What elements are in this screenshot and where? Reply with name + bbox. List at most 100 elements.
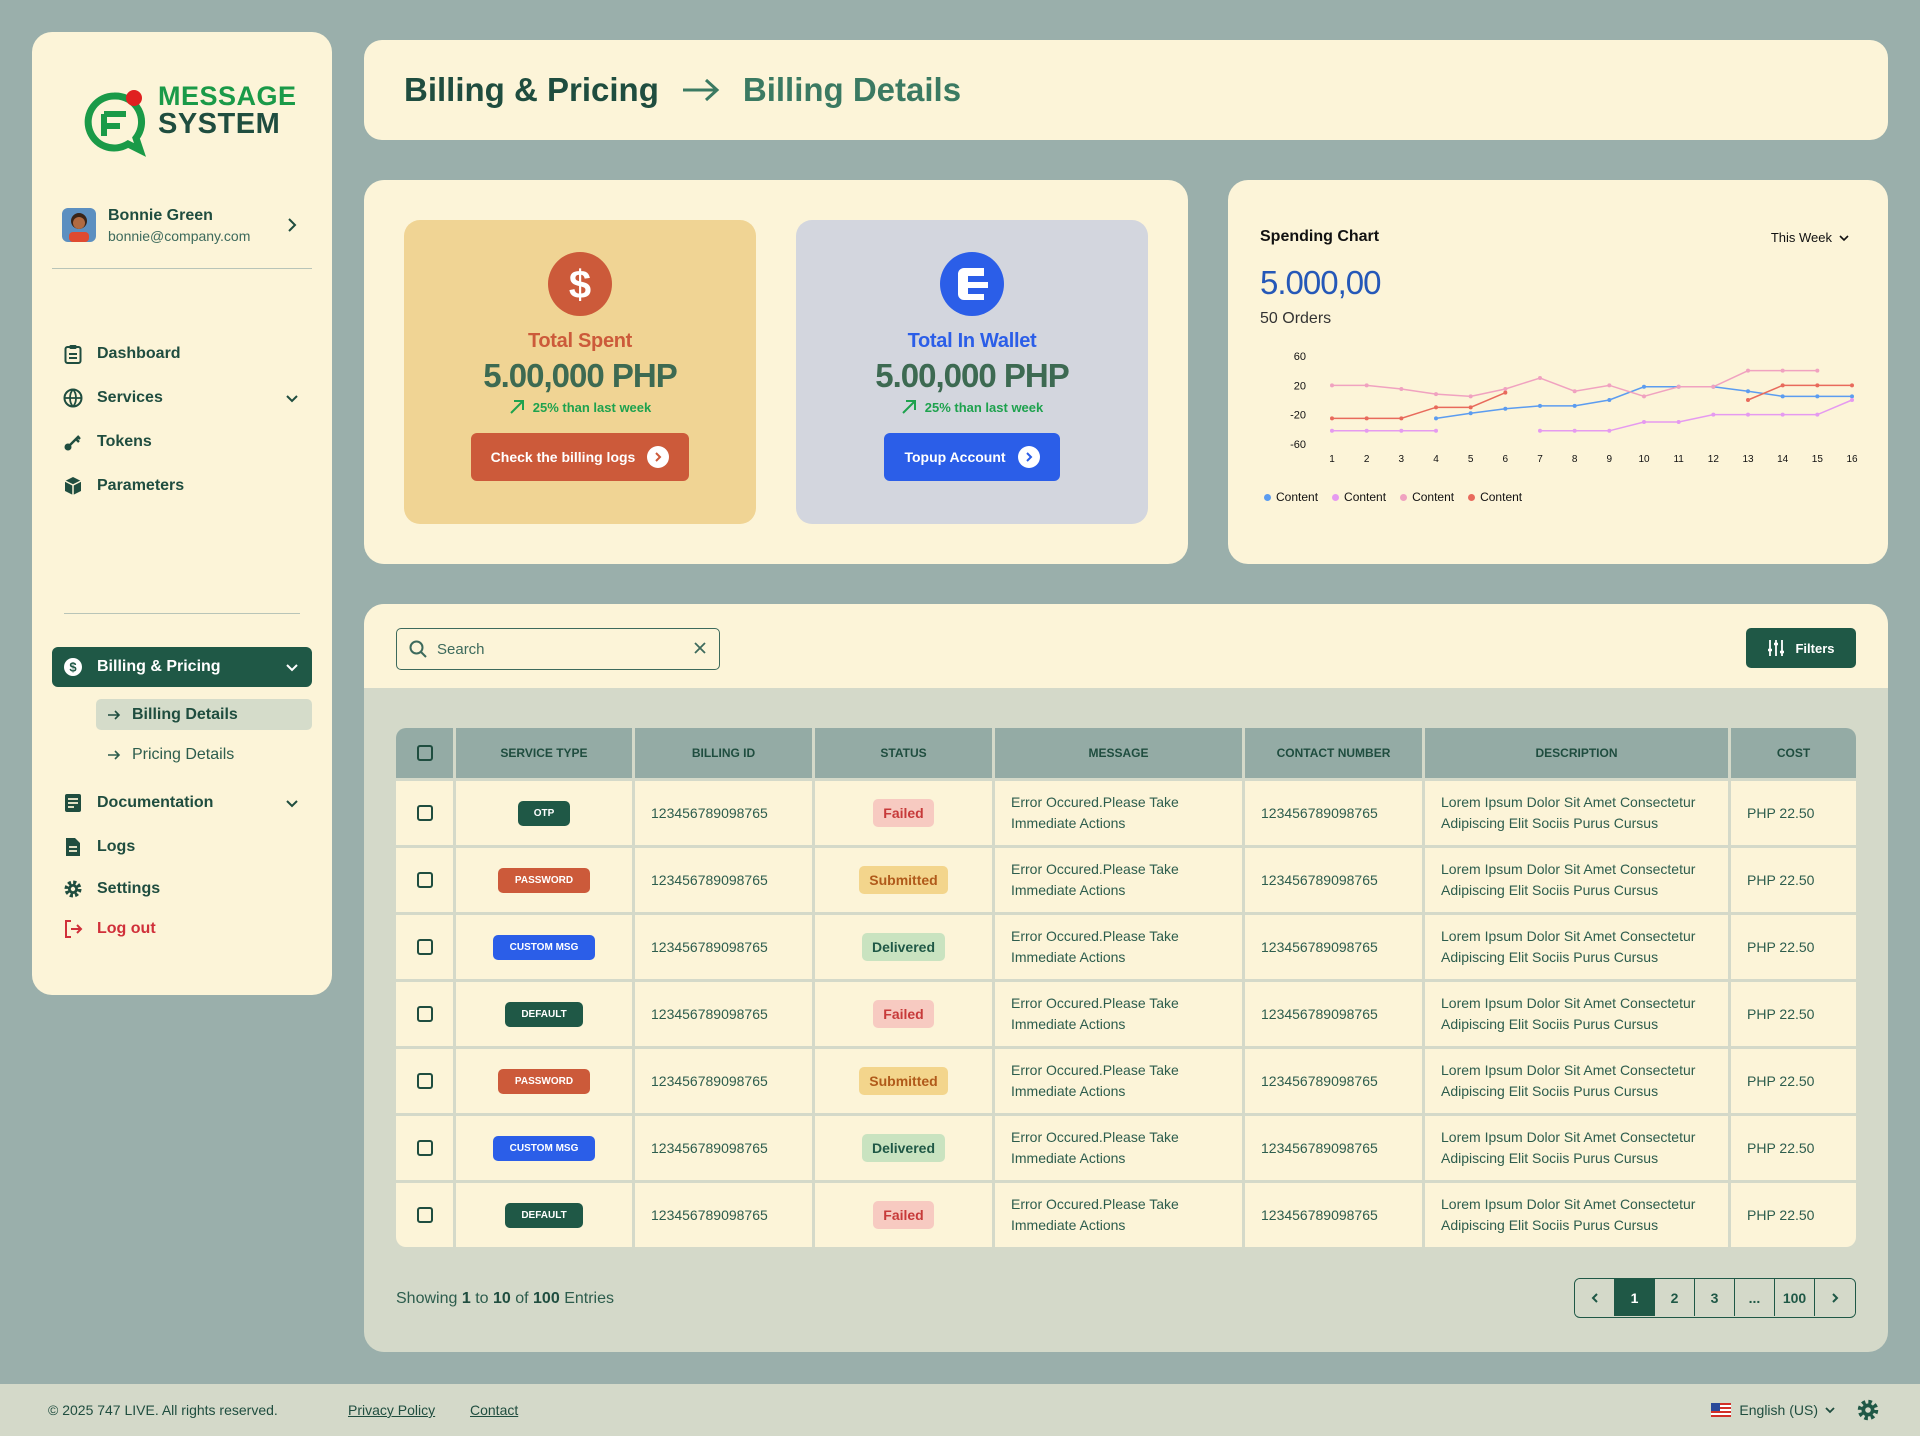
- table-row[interactable]: DEFAULT 123456789098765 Failed Error Occ…: [396, 1180, 1856, 1247]
- prev-page-button[interactable]: [1575, 1279, 1615, 1316]
- data-point: [1815, 394, 1820, 399]
- header-contact-number: Contact Number: [1245, 728, 1425, 778]
- total-spent-card: $ Total Spent 5.00,000 PHP 25% than last…: [404, 220, 756, 524]
- x-tick-label: 5: [1468, 454, 1474, 465]
- table-row[interactable]: PASSWORD 123456789098765 Submitted Error…: [396, 845, 1856, 912]
- message-line2: Immediate Actions: [1011, 949, 1126, 965]
- topup-account-button[interactable]: Topup Account: [884, 433, 1060, 481]
- data-point: [1503, 390, 1508, 395]
- page-button-3[interactable]: 3: [1695, 1279, 1735, 1316]
- billing-id-cell: 123456789098765: [635, 1046, 815, 1113]
- header-select-all: [396, 728, 456, 778]
- page-button-2[interactable]: 2: [1655, 1279, 1695, 1316]
- contact-cell: 123456789098765: [1245, 1046, 1425, 1113]
- data-point: [1364, 428, 1369, 433]
- row-checkbox[interactable]: [416, 872, 433, 888]
- sidebar-item-logs[interactable]: Logs: [52, 827, 312, 867]
- legend-label: Content: [1412, 490, 1455, 504]
- row-checkbox[interactable]: [416, 1140, 433, 1156]
- data-point: [1572, 403, 1577, 408]
- row-checkbox[interactable]: [416, 939, 433, 955]
- data-point: [1607, 398, 1612, 402]
- file-list-icon: [62, 836, 84, 858]
- status-badge: Failed: [873, 799, 934, 827]
- chevron-right-icon: [647, 446, 670, 468]
- sidebar-item-tokens[interactable]: Tokens: [52, 422, 312, 462]
- brand-line1: MESSAGE: [158, 81, 297, 111]
- document-icon: [62, 792, 84, 814]
- sidebar-item-dashboard[interactable]: Dashboard: [52, 334, 312, 374]
- close-icon[interactable]: [693, 641, 707, 655]
- spending-chart-panel: Spending Chart This Week 5.000,00 50 Ord…: [1228, 180, 1888, 564]
- legend-swatch: [1400, 493, 1408, 501]
- contact-cell: 123456789098765: [1245, 912, 1425, 979]
- next-page-button[interactable]: [1815, 1279, 1855, 1316]
- select-all-checkbox[interactable]: [416, 745, 433, 761]
- sidebar-subitem-pricing-details[interactable]: Pricing Details: [96, 739, 312, 770]
- message-cell: Error Occured.Please Take Immediate Actio…: [995, 1180, 1245, 1247]
- data-point: [1642, 384, 1646, 389]
- sidebar-item-documentation[interactable]: Documentation: [52, 783, 312, 823]
- service-type-badge: DEFAULT: [505, 1202, 583, 1228]
- page-button-100[interactable]: 100: [1775, 1279, 1815, 1316]
- table-toolbar: Filters: [364, 604, 1888, 688]
- table-row[interactable]: CUSTOM MSG 123456789098765 Delivered Err…: [396, 912, 1856, 979]
- search-input[interactable]: [437, 640, 677, 658]
- sidebar-item-parameters[interactable]: Parameters: [52, 466, 312, 506]
- series-line: [1540, 399, 1853, 432]
- legend-swatch: [1332, 493, 1340, 501]
- row-select-cell: [396, 1113, 456, 1180]
- total-wallet-value: 5.00,000 PHP: [875, 357, 1069, 394]
- brand-name: MESSAGE SYSTEM: [158, 81, 297, 139]
- table-row[interactable]: PASSWORD 123456789098765 Submitted Error…: [396, 1046, 1856, 1113]
- breadcrumb: Billing & Pricing Billing Details: [364, 40, 1888, 140]
- sidebar-item-logout[interactable]: Log out: [52, 909, 312, 949]
- header-cost: Cost: [1731, 728, 1856, 778]
- row-checkbox[interactable]: [416, 1073, 433, 1089]
- table-row[interactable]: CUSTOM MSG 123456789098765 Delivered Err…: [396, 1113, 1856, 1180]
- table-row[interactable]: OTP 123456789098765 Failed Error Occured…: [396, 778, 1856, 845]
- row-checkbox[interactable]: [416, 1207, 433, 1223]
- description-line1: Lorem Ipsum Dolor Sit Amet Consectetur: [1441, 861, 1696, 877]
- trend-up-icon: [510, 400, 524, 414]
- breadcrumb-parent[interactable]: Billing & Pricing: [404, 71, 659, 109]
- message-line1: Error Occured.Please Take: [1011, 1129, 1179, 1145]
- billing-id-cell: 123456789098765: [635, 1180, 815, 1247]
- sidebar-item-settings[interactable]: Settings: [52, 869, 312, 909]
- x-tick-label: 12: [1708, 454, 1720, 465]
- billing-id-cell: 123456789098765: [635, 778, 815, 845]
- dollar-circle-icon: $: [62, 656, 84, 678]
- wallet-icon: [940, 252, 1004, 316]
- description-line1: Lorem Ipsum Dolor Sit Amet Consectetur: [1441, 794, 1696, 810]
- service-type-cell: PASSWORD: [456, 845, 635, 912]
- row-checkbox[interactable]: [416, 805, 433, 821]
- x-tick-label: 11: [1673, 454, 1684, 465]
- key-icon: [62, 431, 84, 453]
- language-selector[interactable]: English (US): [1711, 1402, 1836, 1418]
- sidebar-subitem-billing-details[interactable]: Billing Details: [96, 699, 312, 730]
- row-select-cell: [396, 979, 456, 1046]
- legend-swatch: [1468, 493, 1476, 501]
- sidebar-item-billing[interactable]: $ Billing & Pricing: [52, 647, 312, 687]
- message-line2: Immediate Actions: [1011, 1150, 1126, 1166]
- sidebar-item-services[interactable]: Services: [52, 378, 312, 418]
- total-wallet-trend: 25% than last week: [901, 399, 1043, 415]
- data-point: [1746, 412, 1750, 417]
- gear-icon[interactable]: [1856, 1398, 1880, 1422]
- sidebar-divider: [64, 613, 300, 614]
- row-select-cell: [396, 778, 456, 845]
- x-tick-label: 15: [1812, 454, 1824, 465]
- status-badge: Failed: [873, 1000, 934, 1028]
- chevron-down-icon: [1825, 1407, 1835, 1414]
- message-line2: Immediate Actions: [1011, 1217, 1126, 1233]
- row-checkbox[interactable]: [416, 1006, 433, 1022]
- table-row[interactable]: DEFAULT 123456789098765 Failed Error Occ…: [396, 979, 1856, 1046]
- privacy-policy-link[interactable]: Privacy Policy: [348, 1402, 435, 1418]
- data-point: [1780, 368, 1785, 373]
- check-billing-logs-label: Check the billing logs: [490, 449, 636, 465]
- page-button-1[interactable]: 1: [1615, 1279, 1655, 1316]
- contact-link[interactable]: Contact: [470, 1402, 518, 1418]
- check-billing-logs-button[interactable]: Check the billing logs: [470, 433, 690, 481]
- filters-button[interactable]: Filters: [1746, 628, 1856, 668]
- profile-switcher[interactable]: Bonnie Green bonnie@company.com: [62, 197, 312, 253]
